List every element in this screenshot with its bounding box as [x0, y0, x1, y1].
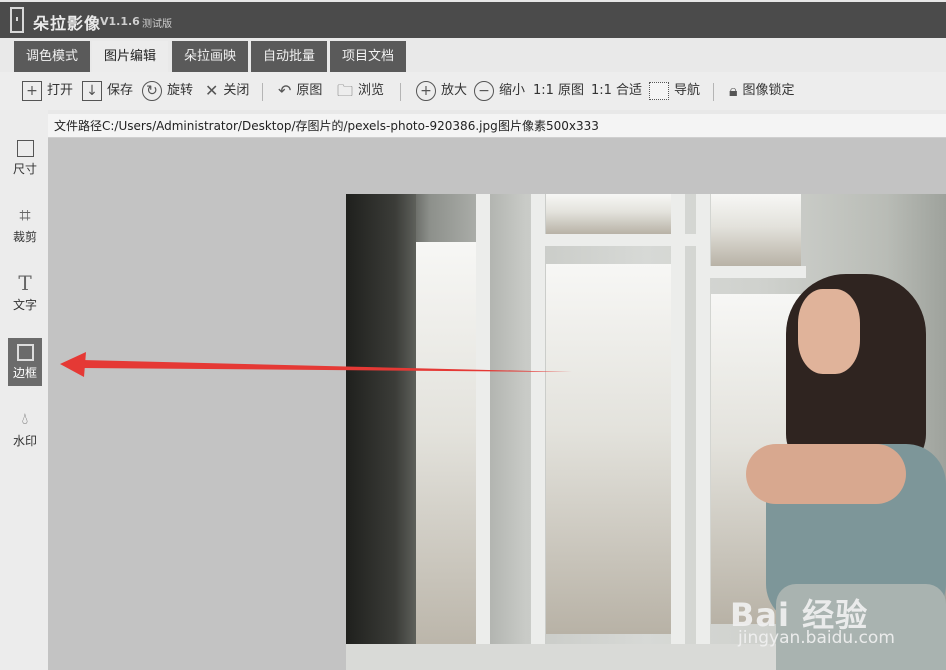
- tab-auto-batch[interactable]: 自动批量: [251, 41, 327, 72]
- tab-project-docs[interactable]: 项目文档: [330, 41, 406, 72]
- sidebar-item-label: 尺寸: [12, 162, 37, 176]
- app-version: V1.1.6: [100, 15, 140, 28]
- open-button[interactable]: + 打开: [22, 80, 73, 102]
- plus-icon: +: [22, 81, 42, 101]
- sidebar-item-border[interactable]: 边框: [8, 338, 42, 386]
- text-icon: T: [18, 271, 32, 295]
- sidebar-item-label: 边框: [12, 366, 37, 380]
- open-label: 打开: [47, 83, 74, 98]
- window-frame: [476, 194, 490, 670]
- title-bar: 朵拉影像 V1.1.6 测试版: [0, 0, 946, 38]
- zoom-in-button[interactable]: + 放大: [416, 80, 467, 102]
- window-frame: [531, 194, 545, 670]
- tab-color-mode[interactable]: 调色模式: [14, 41, 90, 72]
- window-pane: [546, 264, 671, 634]
- lock-icon: 🔒︎: [729, 81, 738, 100]
- window-frame: [531, 234, 701, 246]
- window-pane: [711, 194, 801, 266]
- navigate-button[interactable]: 导航: [649, 80, 700, 102]
- navigator-icon: [649, 82, 669, 100]
- image-lock-button[interactable]: 🔒︎ 图像锁定: [729, 80, 795, 102]
- zoom-in-label: 放大: [441, 83, 468, 98]
- rotate-label: 旋转: [167, 83, 194, 98]
- sidebar-item-crop[interactable]: ⌗ 裁剪: [8, 202, 42, 250]
- save-button[interactable]: ↓ 保存: [82, 80, 133, 102]
- sidebar-item-label: 水印: [12, 434, 37, 448]
- curtain: [346, 194, 416, 670]
- zoom-out-label: 缩小: [499, 83, 526, 98]
- resize-icon: [8, 134, 42, 160]
- zoom-in-icon: +: [416, 81, 436, 101]
- mode-tabs: 调色模式 图片编辑 朵拉画映 自动批量 项目文档: [0, 38, 946, 72]
- close-icon: ✕: [205, 81, 219, 100]
- crop-icon: ⌗: [19, 203, 31, 227]
- app-edition: 测试版: [142, 19, 172, 30]
- app-logo-icon: [10, 7, 24, 33]
- navigate-label: 导航: [674, 83, 701, 98]
- sidebar-item-size[interactable]: 尺寸: [8, 134, 42, 182]
- actual-size-button[interactable]: 1:1 原图: [533, 80, 584, 102]
- sidebar-item-watermark[interactable]: 💧︎ 水印: [8, 406, 42, 454]
- edit-sidebar: 尺寸 ⌗ 裁剪 T 文字 边框 💧︎ 水印: [0, 110, 48, 670]
- sidebar-item-label: 裁剪: [12, 230, 37, 244]
- rotate-button[interactable]: ↻ 旋转: [142, 80, 193, 102]
- window-pane: [406, 242, 476, 662]
- image-lock-label: 图像锁定: [742, 83, 795, 98]
- zoom-out-icon: −: [474, 81, 494, 101]
- undo-icon: ↶: [278, 81, 292, 100]
- woman-face: [798, 289, 860, 374]
- toolbar-divider: [400, 83, 401, 101]
- save-label: 保存: [107, 83, 134, 98]
- watermark-icon: 💧︎: [21, 409, 29, 428]
- sidebar-item-text[interactable]: T 文字: [8, 270, 42, 318]
- window-pane: [546, 194, 671, 234]
- woman-arm: [746, 444, 906, 504]
- zoom-out-button[interactable]: − 缩小: [474, 80, 525, 102]
- browse-label: 浏览: [358, 83, 385, 98]
- window-frame: [696, 266, 806, 278]
- fit-button[interactable]: 1:1 合适: [591, 80, 642, 102]
- folder-icon: 🗀: [337, 81, 354, 100]
- toolbar-divider: [262, 83, 263, 101]
- browse-button[interactable]: 🗀 浏览: [337, 80, 384, 102]
- app-title: 朵拉影像: [33, 14, 102, 33]
- toolbar: + 打开 ↓ 保存 ↻ 旋转 ✕ 关闭 ↶ 原图 🗀 浏览 + 放大 − 缩小 …: [0, 72, 946, 110]
- baidu-watermark-url: jingyan.baidu.com: [738, 628, 895, 648]
- file-path: 文件路径C:/Users/Administrator/Desktop/存图片的/…: [54, 119, 498, 133]
- image-size: 图片像素500x333: [498, 119, 599, 133]
- toolbar-divider: [713, 83, 714, 101]
- original-button[interactable]: ↶ 原图: [278, 80, 322, 102]
- close-label: 关闭: [223, 83, 250, 98]
- window-frame: [671, 194, 685, 670]
- tab-dora-show[interactable]: 朵拉画映: [172, 41, 248, 72]
- close-button[interactable]: ✕ 关闭: [205, 80, 249, 102]
- sidebar-item-label: 文字: [12, 298, 37, 312]
- border-icon: [8, 338, 42, 364]
- download-icon: ↓: [82, 81, 102, 101]
- tab-image-edit[interactable]: 图片编辑: [92, 41, 168, 72]
- original-label: 原图: [296, 83, 323, 98]
- rotate-icon: ↻: [142, 81, 162, 101]
- file-info-bar: 文件路径C:/Users/Administrator/Desktop/存图片的/…: [48, 114, 946, 138]
